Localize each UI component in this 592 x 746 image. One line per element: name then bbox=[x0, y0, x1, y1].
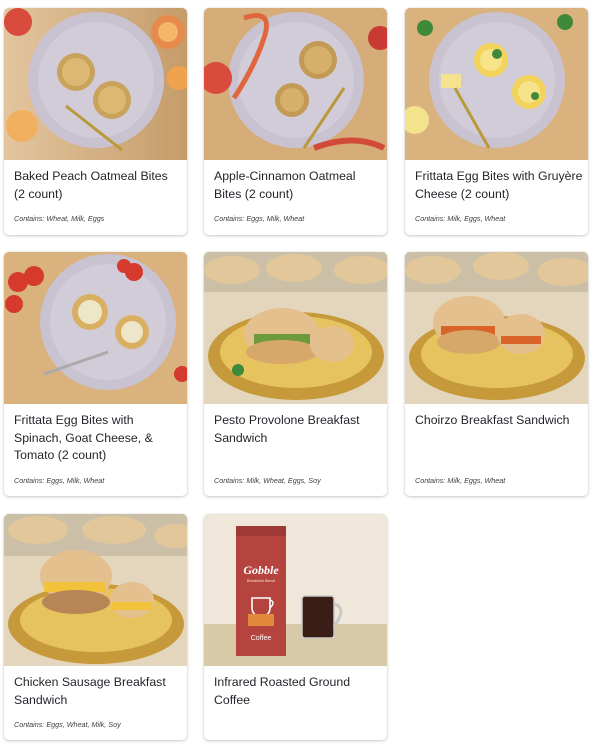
allergen-note: Contains: Wheat, Milk, Eggs bbox=[14, 214, 105, 223]
product-image bbox=[204, 8, 387, 160]
product-name[interactable]: Frittata Egg Bites with Spinach, Goat Ch… bbox=[14, 412, 182, 465]
product-image bbox=[4, 252, 187, 404]
allergen-note: Contains: Milk, Eggs, Wheat bbox=[415, 214, 506, 223]
coffee-bag-brand: Gobble bbox=[243, 563, 279, 577]
allergen-note: Contains: Eggs, Milk, Wheat bbox=[14, 476, 105, 485]
product-card[interactable]: Frittata Egg Bites with Spinach, Goat Ch… bbox=[4, 252, 187, 496]
product-grid: Baked Peach Oatmeal Bites (2 count) Cont… bbox=[0, 0, 592, 746]
product-name[interactable]: Frittata Egg Bites with Gruyère Cheese (… bbox=[415, 168, 583, 203]
product-name[interactable]: Infrared Roasted Ground Coffee bbox=[214, 674, 382, 709]
product-image bbox=[405, 8, 588, 160]
product-card[interactable]: Apple-Cinnamon Oatmeal Bites (2 count) C… bbox=[204, 8, 387, 235]
product-card[interactable]: Chicken Sausage Breakfast Sandwich Conta… bbox=[4, 514, 187, 740]
product-name[interactable]: Baked Peach Oatmeal Bites (2 count) bbox=[14, 168, 182, 203]
product-image bbox=[405, 252, 588, 404]
product-image bbox=[204, 252, 387, 404]
product-image bbox=[4, 514, 187, 666]
coffee-bag-label: Coffee bbox=[251, 635, 272, 642]
product-name[interactable]: Chicken Sausage Breakfast Sandwich bbox=[14, 674, 182, 709]
allergen-note: Contains: Eggs, Wheat, Milk, Soy bbox=[14, 720, 121, 729]
product-card[interactable]: Choirzo Breakfast Sandwich Contains: Mil… bbox=[405, 252, 588, 496]
coffee-bag-tagline: Breakfast Blend bbox=[247, 578, 275, 583]
product-name[interactable]: Apple-Cinnamon Oatmeal Bites (2 count) bbox=[214, 168, 382, 203]
allergen-note: Contains: Milk, Eggs, Wheat bbox=[415, 476, 506, 485]
product-card[interactable]: Baked Peach Oatmeal Bites (2 count) Cont… bbox=[4, 8, 187, 235]
product-name[interactable]: Choirzo Breakfast Sandwich bbox=[415, 412, 583, 430]
product-card[interactable]: Frittata Egg Bites with Gruyère Cheese (… bbox=[405, 8, 588, 235]
allergen-note: Contains: Eggs, Milk, Wheat bbox=[214, 214, 305, 223]
product-image bbox=[4, 8, 187, 160]
product-card[interactable]: Gobble Breakfast Blend Coffee Infrared R… bbox=[204, 514, 387, 740]
allergen-note: Contains: Milk, Wheat, Eggs, Soy bbox=[214, 476, 321, 485]
product-card[interactable]: Pesto Provolone Breakfast Sandwich Conta… bbox=[204, 252, 387, 496]
product-name[interactable]: Pesto Provolone Breakfast Sandwich bbox=[214, 412, 382, 447]
product-image: Gobble Breakfast Blend Coffee bbox=[204, 514, 387, 666]
coffee-mug bbox=[301, 595, 335, 639]
